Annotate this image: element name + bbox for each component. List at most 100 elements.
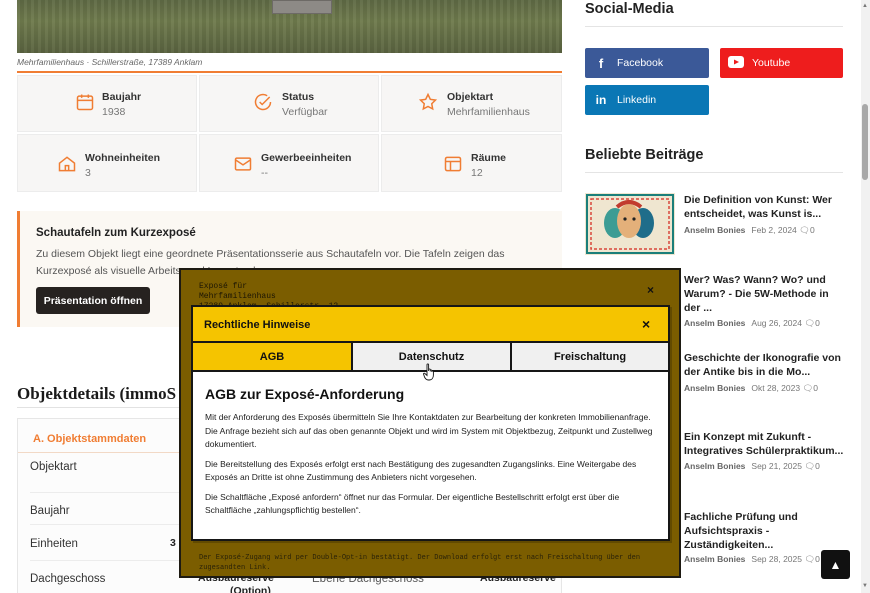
comment-icon: 🗨 (804, 318, 816, 328)
fact-label: Wohneinheiten (85, 152, 161, 164)
fact-value: Verfügbar (282, 106, 328, 118)
tab-freischaltung[interactable]: Freischaltung (510, 343, 668, 372)
scrollbar[interactable] (861, 0, 870, 593)
fact-label: Räume (471, 152, 507, 164)
check-circle-icon (254, 93, 272, 111)
post-title[interactable]: Fachliche Prüfung und Aufsichtspraxis - … (684, 510, 844, 552)
fact-value: 3 (85, 167, 91, 179)
post-date: Sep 21, 2025 (751, 461, 802, 471)
fact-wohneinheiten: Wohneinheiten 3 (17, 134, 197, 192)
fact-label: Baujahr (102, 91, 142, 103)
post-date: Feb 2, 2024 (751, 225, 797, 235)
facebook-icon: f (598, 55, 604, 71)
hand-cursor-icon (423, 363, 434, 381)
post-comments: 0 (815, 554, 820, 564)
fact-gewerbeeinheiten: Gewerbeeinheiten -- (199, 134, 379, 192)
back-to-top-button[interactable]: ▲ (821, 550, 850, 579)
post-meta: Anselm Bonies Okt 28, 2023 🗨0 (684, 383, 818, 394)
fact-objektart: Objektart Mehrfamilienhaus (381, 75, 562, 132)
modal-paragraph: Die Bereitstellung des Exposés erfolgt e… (205, 458, 637, 483)
social-label: Facebook (617, 57, 664, 69)
modal-body: AGB zur Exposé-Anforderung Mit der Anfor… (205, 386, 660, 524)
linkedin-icon: in (595, 93, 607, 107)
post-title[interactable]: Die Definition von Kunst: Wer entscheide… (684, 193, 844, 221)
divider (585, 172, 843, 173)
fact-value: 12 (471, 167, 483, 179)
scroll-down-icon[interactable]: ▼ (862, 583, 868, 589)
tab-agb[interactable]: AGB (193, 343, 351, 372)
youtube-button[interactable]: Youtube (720, 48, 843, 78)
post-author: Anselm Bonies (684, 461, 746, 471)
fact-label: Gewerbeeinheiten (261, 152, 352, 164)
fact-value: 1938 (102, 106, 126, 118)
close-icon[interactable]: × (647, 283, 654, 297)
scrollbar-thumb[interactable] (862, 104, 868, 180)
mail-icon (234, 157, 252, 171)
social-label: Youtube (752, 57, 791, 69)
comment-icon: 🗨 (804, 461, 816, 471)
comment-icon: 🗨 (804, 554, 816, 564)
details-group-title: A. Objektstammdaten (33, 433, 147, 445)
row-value-note: (Option) (230, 585, 271, 593)
post-date: Aug 26, 2024 (751, 318, 802, 328)
post-comments: 0 (815, 318, 820, 328)
fact-label: Objektart (447, 91, 494, 103)
details-section-title: Objektdetails (immoS (17, 384, 177, 403)
row-key: Baujahr (30, 505, 70, 517)
modal-header: Rechtliche Hinweise × (193, 307, 668, 343)
post-author: Anselm Bonies (684, 554, 746, 564)
modal-paragraph: Mit der Anforderung des Exposés übermitt… (205, 412, 653, 449)
post-comments: 0 (815, 461, 820, 471)
post-author: Anselm Bonies (684, 225, 746, 235)
fact-status: Status Verfügbar (199, 75, 379, 132)
facebook-button[interactable]: f Facebook (585, 48, 709, 78)
youtube-icon (720, 55, 752, 71)
fact-value: -- (261, 167, 268, 179)
divider (17, 71, 562, 73)
post-date: Sep 28, 2025 (751, 554, 802, 564)
social-label: Linkedin (617, 94, 657, 106)
post-comments: 0 (813, 383, 818, 393)
divider (585, 26, 843, 27)
home-icon (58, 156, 76, 172)
notice-title: Schautafeln zum Kurzexposé (36, 227, 196, 239)
close-icon[interactable]: × (642, 316, 650, 332)
star-icon (418, 92, 438, 111)
row-key: Einheiten (30, 538, 78, 550)
fact-baujahr: Baujahr 1938 (17, 75, 197, 132)
modal-title: Rechtliche Hinweise (204, 319, 311, 331)
chevron-up-icon: ▲ (829, 557, 842, 572)
row-key: Objektart (30, 461, 77, 473)
post-title[interactable]: Geschichte der Ikonografie von der Antik… (684, 351, 844, 379)
layout-icon (444, 156, 462, 172)
comment-icon: 🗨 (799, 225, 810, 235)
social-title: Social-Media (585, 1, 674, 17)
fact-label: Status (282, 91, 315, 103)
expose-modal-footer: Der Exposé-Zugang wird per Double-Opt-in… (199, 554, 641, 572)
post-meta: Anselm Bonies Sep 28, 2025 🗨0 (684, 554, 820, 565)
post-meta: Anselm Bonies Sep 21, 2025 🗨0 (684, 461, 820, 472)
list-item[interactable]: Die Definition von Kunst: Wer entscheide… (585, 193, 845, 259)
modal-body-title: AGB zur Exposé-Anforderung (205, 386, 405, 402)
calendar-icon (76, 94, 94, 111)
open-presentation-button[interactable]: Präsentation öffnen (36, 287, 150, 314)
fact-value: Mehrfamilienhaus (447, 106, 530, 118)
linkedin-button[interactable]: in Linkedin (585, 85, 709, 115)
post-meta: Anselm Bonies Aug 26, 2024 🗨0 (684, 318, 820, 329)
post-title[interactable]: Wer? Was? Wann? Wo? und Warum? - Die 5W-… (684, 273, 844, 315)
post-title[interactable]: Ein Konzept mit Zukunft - Integratives S… (684, 430, 844, 458)
row-key: Dachgeschoss (30, 573, 106, 585)
post-author: Anselm Bonies (684, 318, 746, 328)
popular-title: Beliebte Beiträge (585, 147, 704, 163)
fact-raeume: Räume 12 (381, 134, 562, 192)
legal-notice-modal: Rechtliche Hinweise × AGB Datenschutz Fr… (191, 305, 670, 541)
post-comments: 0 (809, 225, 815, 235)
post-thumbnail (585, 193, 675, 255)
photo-caption: Mehrfamilienhaus · Schillerstraße, 17389… (17, 57, 203, 67)
comment-icon: 🗨 (802, 383, 814, 393)
modal-paragraph: Die Schaltfläche „Exposé anfordern“ öffn… (205, 491, 620, 516)
property-photo (17, 0, 562, 53)
post-author: Anselm Bonies (684, 383, 746, 393)
scroll-up-icon[interactable]: ▲ (862, 3, 868, 9)
post-meta: Anselm Bonies Feb 2, 2024 🗨0 (684, 225, 815, 236)
